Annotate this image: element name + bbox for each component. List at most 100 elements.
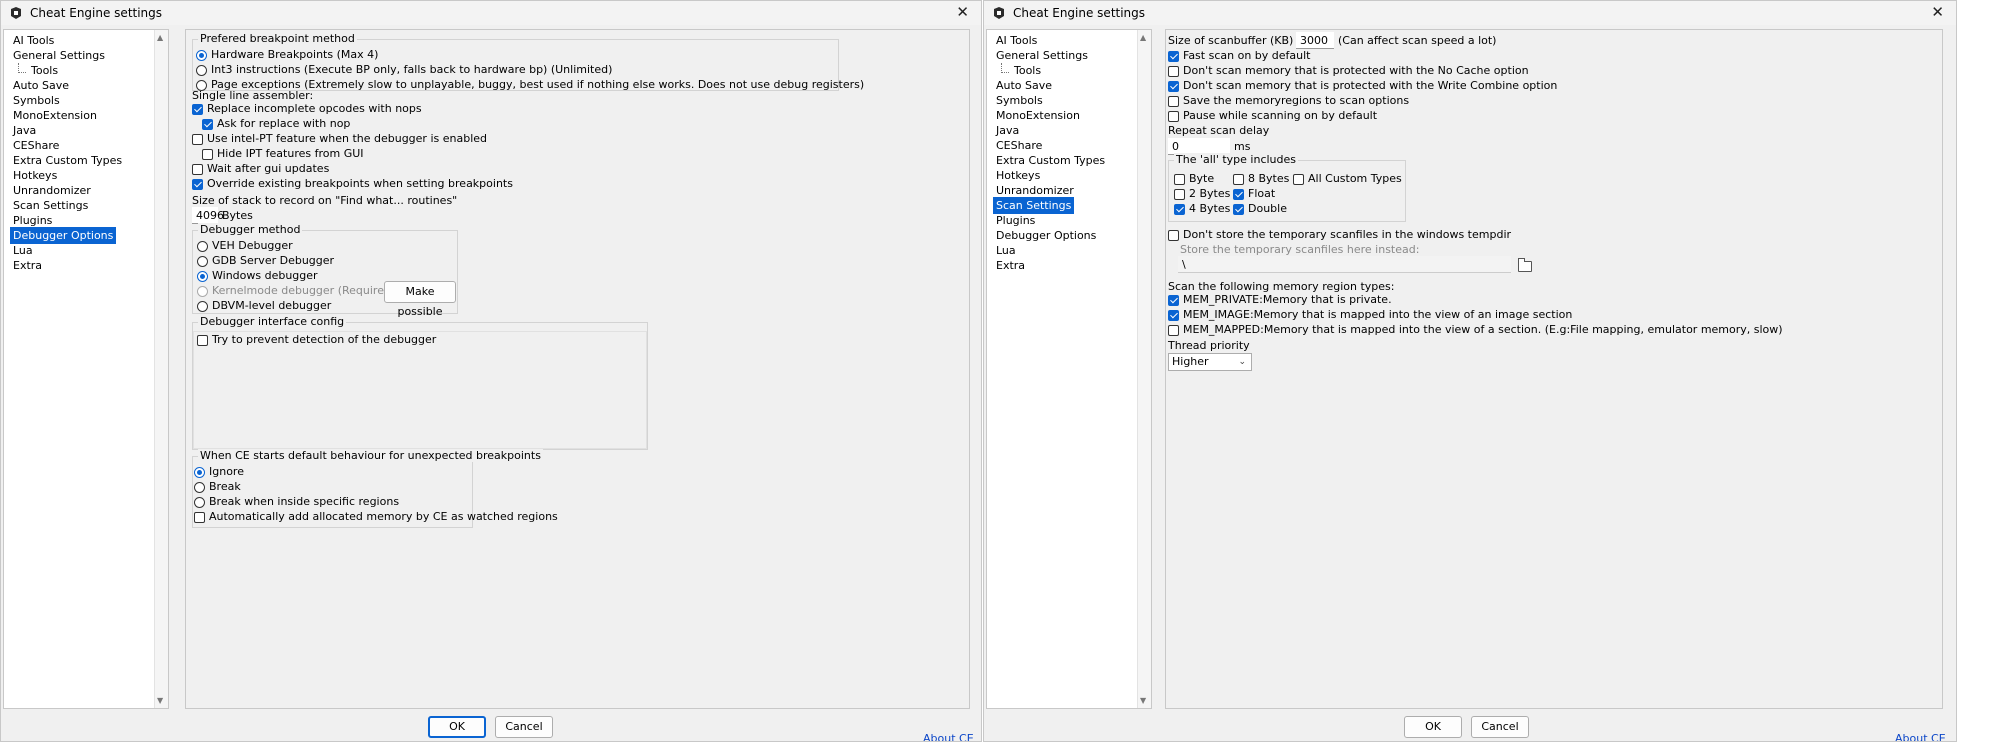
no-cache-checkbox[interactable] xyxy=(1168,66,1179,77)
save-regions-checkbox[interactable] xyxy=(1168,96,1179,107)
sidebar-item-extra[interactable]: Extra xyxy=(10,257,45,274)
pause-scan-checkbox[interactable] xyxy=(1168,111,1179,122)
ask-replace-checkbox[interactable] xyxy=(202,119,213,130)
fast-scan-checkbox[interactable] xyxy=(1168,51,1179,62)
4bytes-checkbox[interactable] xyxy=(1174,204,1185,215)
chevron-down-icon: ⌄ xyxy=(1238,357,1246,367)
float-checkbox[interactable] xyxy=(1233,189,1244,200)
checkbox-label: Don't scan memory that is protected with… xyxy=(1183,79,1558,92)
temp-folder-input[interactable]: \ xyxy=(1178,256,1511,273)
window-title: Cheat Engine settings xyxy=(30,6,163,20)
auto-add-memory-checkbox[interactable] xyxy=(194,512,205,523)
byte-checkbox[interactable] xyxy=(1174,174,1185,185)
radio-label: DBVM-level debugger xyxy=(212,299,332,312)
cancel-button[interactable]: Cancel xyxy=(495,716,553,738)
radio-kernelmode-debugger xyxy=(197,286,208,297)
checkbox-label: MEM_MAPPED:Memory that is mapped into th… xyxy=(1183,323,1783,336)
radio-ignore[interactable] xyxy=(194,467,205,478)
checkbox-label: Double xyxy=(1248,202,1287,215)
checkbox-label: Float xyxy=(1248,187,1276,200)
tree-connector xyxy=(1001,63,1009,73)
cheat-engine-icon xyxy=(994,7,1004,19)
radio-int3[interactable] xyxy=(196,65,207,76)
radio-windows-debugger[interactable] xyxy=(197,271,208,282)
settings-window-debugger: Cheat Engine settings ✕ AI Tools General… xyxy=(0,0,982,742)
double-checkbox[interactable] xyxy=(1233,204,1244,215)
checkbox-label: Pause while scanning on by default xyxy=(1183,109,1378,122)
replace-incomplete-checkbox[interactable] xyxy=(192,104,203,115)
checkbox-label: Don't store the temporary scanfiles in t… xyxy=(1183,228,1512,241)
scan-settings-panel: Size of scanbuffer (KB) : 3000 (Can affe… xyxy=(1165,29,1943,709)
close-icon[interactable]: ✕ xyxy=(956,3,969,21)
scroll-down-icon[interactable]: ▼ xyxy=(157,696,163,705)
mem-image-checkbox[interactable] xyxy=(1168,310,1179,321)
radio-label: Int3 instructions (Execute BP only, fall… xyxy=(211,63,613,76)
sidebar-item-extra[interactable]: Extra xyxy=(993,257,1028,274)
close-icon[interactable]: ✕ xyxy=(1931,3,1944,21)
stack-unit-label: Bytes xyxy=(222,209,253,222)
radio-label: Ignore xyxy=(209,465,244,478)
group-title: Debugger interface config xyxy=(198,315,347,328)
checkbox-label: Replace incomplete opcodes with nops xyxy=(207,102,422,115)
checkbox-label: 4 Bytes xyxy=(1189,202,1231,215)
prevent-detection-checkbox[interactable] xyxy=(197,335,208,346)
mem-mapped-checkbox[interactable] xyxy=(1168,325,1179,336)
radio-label: Hardware Breakpoints (Max 4) xyxy=(211,48,379,61)
radio-dbvm-debugger[interactable] xyxy=(197,301,208,312)
scanbuffer-input[interactable]: 3000 xyxy=(1296,32,1334,49)
ok-button[interactable]: OK xyxy=(1404,716,1462,738)
scanbuffer-label: Size of scanbuffer (KB) : xyxy=(1168,34,1301,47)
radio-label: Break xyxy=(209,480,241,493)
checkbox-label: Try to prevent detection of the debugger xyxy=(212,333,437,346)
scroll-down-icon[interactable]: ▼ xyxy=(1140,696,1146,705)
thread-priority-select[interactable]: Higher ⌄ xyxy=(1168,353,1252,371)
make-possible-button[interactable]: Make possible xyxy=(384,281,456,318)
scanbuffer-note: (Can affect scan speed a lot) xyxy=(1338,34,1497,47)
radio-veh-debugger[interactable] xyxy=(197,241,208,252)
intel-pt-checkbox[interactable] xyxy=(192,134,203,145)
scroll-up-icon[interactable]: ▲ xyxy=(1140,33,1146,42)
stack-size-input[interactable]: 4096 xyxy=(192,207,224,224)
radio-break-regions[interactable] xyxy=(194,497,205,508)
hide-ipt-checkbox[interactable] xyxy=(202,149,213,160)
group-title: Prefered breakpoint method xyxy=(198,32,357,45)
settings-sidebar[interactable]: AI Tools General Settings Tools Auto Sav… xyxy=(986,29,1152,709)
group-title: The 'all' type includes xyxy=(1174,153,1299,166)
title-bar[interactable]: Cheat Engine settings ✕ xyxy=(1,1,981,25)
wait-gui-checkbox[interactable] xyxy=(192,164,203,175)
all-type-group: The 'all' type includes Byte 8 Bytes All… xyxy=(1168,153,1406,222)
title-bar[interactable]: Cheat Engine settings ✕ xyxy=(984,1,1956,25)
radio-label: GDB Server Debugger xyxy=(212,254,335,267)
cancel-button[interactable]: Cancel xyxy=(1471,716,1529,738)
checkbox-label: Don't scan memory that is protected with… xyxy=(1183,64,1529,77)
sidebar-scrollbar[interactable]: ▲ ▼ xyxy=(154,30,168,708)
thread-priority-label: Thread priority xyxy=(1168,339,1250,352)
radio-label: Windows debugger xyxy=(212,269,318,282)
settings-sidebar[interactable]: AI Tools General Settings Tools Auto Sav… xyxy=(3,29,169,709)
about-ce-link[interactable]: About CE xyxy=(923,732,974,741)
checkbox-label: 8 Bytes xyxy=(1248,172,1290,185)
cheat-engine-icon xyxy=(11,7,21,19)
radio-gdb-debugger[interactable] xyxy=(197,256,208,267)
sidebar-scrollbar[interactable]: ▲ ▼ xyxy=(1137,30,1151,708)
radio-break[interactable] xyxy=(194,482,205,493)
all-custom-types-checkbox[interactable] xyxy=(1293,174,1304,185)
folder-open-icon[interactable] xyxy=(1518,258,1532,272)
scroll-up-icon[interactable]: ▲ xyxy=(157,33,163,42)
repeat-delay-unit: ms xyxy=(1234,140,1251,153)
about-ce-link[interactable]: About CE xyxy=(1895,732,1946,741)
radio-label: VEH Debugger xyxy=(212,239,293,252)
mem-private-checkbox[interactable] xyxy=(1168,295,1179,306)
checkbox-label: All Custom Types xyxy=(1308,172,1402,185)
single-line-assembler-label: Single line assembler: xyxy=(192,89,314,102)
2bytes-checkbox[interactable] xyxy=(1174,189,1185,200)
repeat-delay-label: Repeat scan delay xyxy=(1168,124,1270,137)
checkbox-label: Fast scan on by default xyxy=(1183,49,1311,62)
no-temp-checkbox[interactable] xyxy=(1168,230,1179,241)
write-combine-checkbox[interactable] xyxy=(1168,81,1179,92)
debugger-options-panel: Prefered breakpoint method Hardware Brea… xyxy=(185,29,970,709)
8bytes-checkbox[interactable] xyxy=(1233,174,1244,185)
radio-hardware-bp[interactable] xyxy=(196,50,207,61)
ok-button[interactable]: OK xyxy=(428,716,486,738)
override-bp-checkbox[interactable] xyxy=(192,179,203,190)
